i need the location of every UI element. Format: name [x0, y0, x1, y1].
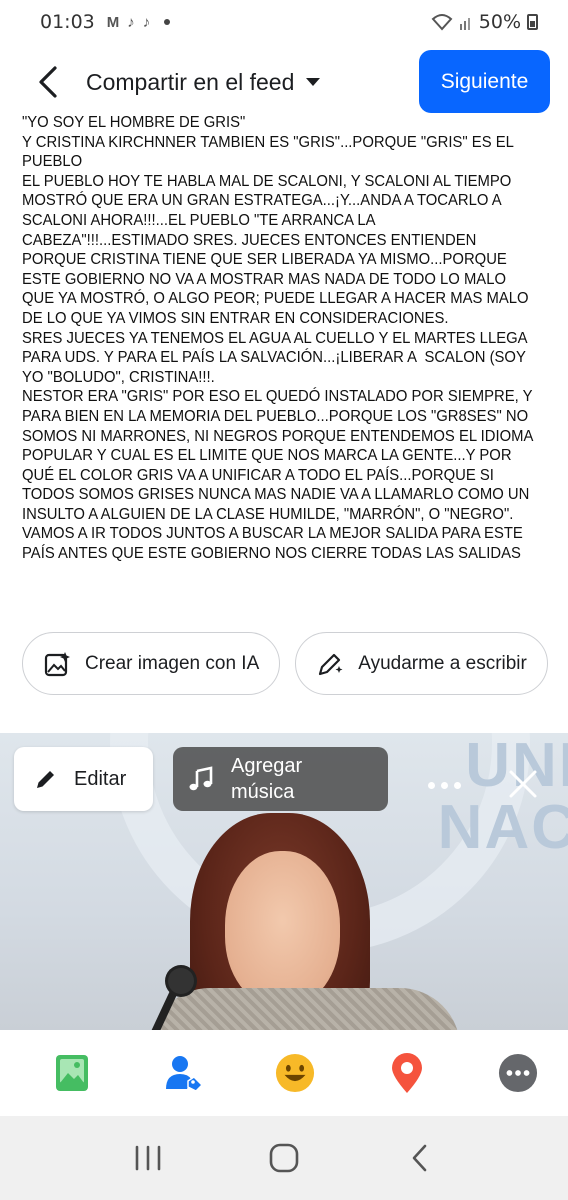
feeling-icon: [275, 1053, 315, 1093]
music-note-icon: [189, 766, 213, 791]
back-nav-button[interactable]: [400, 1138, 440, 1178]
audience-selector[interactable]: Compartir en el feed: [86, 68, 321, 96]
home-icon: [269, 1143, 299, 1173]
help-me-write-chip[interactable]: Ayudarme a escribir: [295, 632, 548, 695]
wifi-icon: [431, 14, 453, 31]
back-button[interactable]: [18, 52, 78, 112]
edit-photo-button[interactable]: Editar: [14, 747, 153, 811]
home-button[interactable]: [264, 1138, 304, 1178]
more-icon: [498, 1053, 538, 1093]
close-icon: [509, 770, 537, 798]
pencil-icon: [37, 771, 54, 788]
next-button[interactable]: Siguiente: [419, 50, 550, 113]
tiktok-icon: ♪: [142, 13, 151, 31]
chip-label: Crear imagen con IA: [85, 652, 260, 674]
post-action-bar: [0, 1030, 568, 1116]
edit-label: Editar: [74, 767, 127, 790]
add-music-button[interactable]: Agregar música: [173, 747, 388, 811]
music-label-line1: Agregar: [231, 755, 303, 777]
photo-person-face: [225, 851, 340, 1006]
caret-down-icon: [306, 78, 321, 86]
gmail-icon: M: [106, 13, 120, 31]
remove-photo-button[interactable]: [505, 766, 541, 802]
create-ai-image-chip[interactable]: Crear imagen con IA: [22, 632, 281, 695]
feeling-activity-button[interactable]: [275, 1053, 315, 1093]
system-nav-bar: [0, 1116, 568, 1200]
status-time: 01:03: [40, 11, 95, 33]
location-icon: [391, 1053, 422, 1093]
dot-icon: [428, 781, 435, 789]
battery-icon: [527, 14, 538, 30]
tag-people-icon: [165, 1056, 203, 1092]
music-label: Agregar música: [231, 753, 302, 805]
check-in-button[interactable]: [387, 1053, 427, 1093]
photo-microphone: [168, 968, 194, 994]
status-left: 01:03 M ♪ ♪: [40, 11, 171, 33]
photo-person-coat: [150, 988, 460, 1030]
notification-dot-icon: [164, 19, 171, 25]
tiktok-icon: ♪: [127, 13, 135, 31]
signal-icon: [459, 18, 470, 30]
dot-icon: [441, 781, 448, 789]
recent-apps-button[interactable]: [128, 1138, 168, 1178]
recent-apps-icon: [135, 1145, 161, 1171]
pencil-sparkle-icon: [319, 653, 343, 675]
page-title: Compartir en el feed: [86, 68, 295, 95]
music-label-line2: música: [231, 781, 295, 803]
photo-more-options-button[interactable]: [428, 770, 468, 800]
ai-image-icon: [44, 651, 70, 676]
status-bar: 01:03 M ♪ ♪ 50%: [0, 0, 568, 44]
dot-icon: [454, 781, 461, 789]
battery-percent: 50%: [478, 11, 521, 33]
photo-icon: [56, 1055, 88, 1091]
back-arrow-icon: [39, 66, 57, 98]
status-right: 50%: [431, 11, 538, 33]
tag-people-button[interactable]: [164, 1053, 204, 1093]
chip-label: Ayudarme a escribir: [358, 652, 527, 674]
back-chevron-icon: [412, 1144, 427, 1172]
suggestion-chips: Crear imagen con IA Ayudarme a escribir: [22, 632, 568, 696]
top-bar: Compartir en el feed Siguiente: [0, 50, 568, 114]
post-text-area[interactable]: "YO SOY EL HOMBRE DE GRIS" Y CRISTINA KI…: [22, 113, 534, 573]
more-options-button[interactable]: [498, 1053, 538, 1093]
add-photo-button[interactable]: [52, 1053, 92, 1093]
